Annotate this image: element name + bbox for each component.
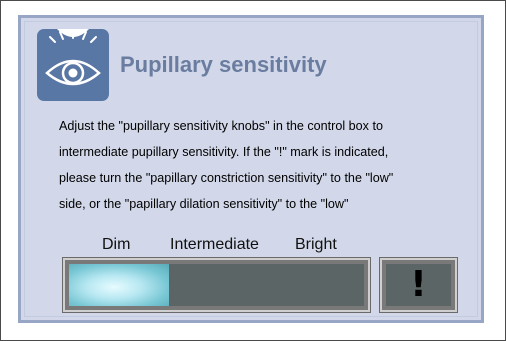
instructions-text: Adjust the "pupillary sensitivity knobs"…: [59, 113, 474, 217]
instructions-line: intermediate pupillary sensitivity. If t…: [59, 145, 389, 159]
sensitivity-level-fill: [69, 264, 170, 306]
alert-indicator: !: [379, 257, 458, 313]
scale-label-bright: Bright: [295, 236, 337, 253]
exclamation-icon: !: [410, 264, 427, 305]
scale-label-dim: Dim: [102, 236, 131, 253]
sensitivity-level-indicator: [62, 257, 371, 313]
panel-title: Pupillary sensitivity: [120, 52, 327, 77]
sensitivity-level-track: [69, 264, 364, 306]
scale-label-intermediate: Intermediate: [170, 236, 259, 253]
instructions-line: side, or the "papillary dilation sensiti…: [59, 197, 349, 211]
eye-with-light-icon: [37, 29, 109, 101]
instructions-line: Adjust the "pupillary sensitivity knobs"…: [59, 119, 383, 133]
instructions-line: please turn the "papillary constriction …: [59, 171, 394, 185]
